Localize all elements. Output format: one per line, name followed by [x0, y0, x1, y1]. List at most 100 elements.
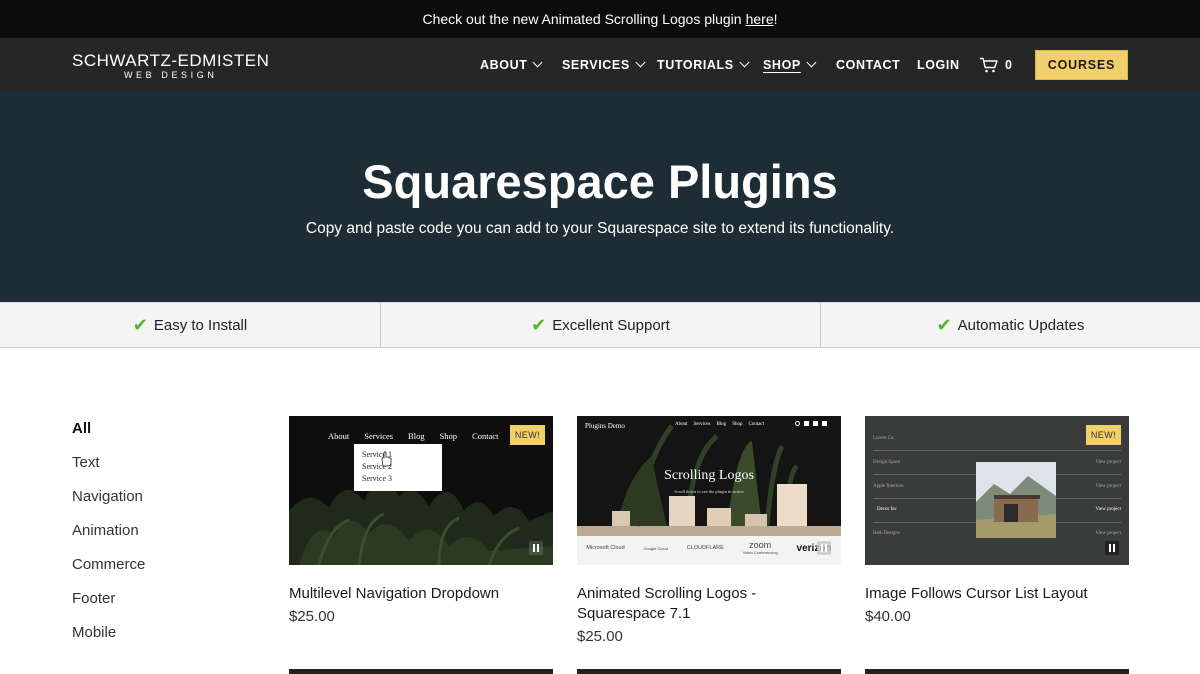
- category-filter: All Text Navigation Animation Commerce F…: [72, 419, 145, 657]
- demo-site-title: Plugins Demo: [585, 422, 625, 430]
- nav-item-label: SHOP: [763, 58, 801, 72]
- hero-section: Squarespace Plugins Copy and paste code …: [0, 92, 1200, 302]
- logo-cloudflare: CLOUDFLARE: [686, 545, 724, 551]
- nav-item-shop[interactable]: SHOP: [763, 38, 817, 92]
- product-price: $25.00: [289, 608, 335, 625]
- demo-list-row: Lorem Co.: [873, 436, 895, 441]
- feature-label: Excellent Support: [552, 316, 670, 334]
- site-logo[interactable]: SCHWARTZ-EDMISTEN WEB DESIGN: [72, 52, 269, 80]
- product-card-partial[interactable]: [865, 669, 1129, 674]
- product-card[interactable]: About Services Blog Shop Contact Service…: [289, 416, 553, 625]
- category-all[interactable]: All: [72, 419, 145, 453]
- product-thumbnail[interactable]: About Services Blog Shop Contact Service…: [289, 416, 553, 565]
- demo-nav-item: Contact: [748, 422, 765, 427]
- demo-list-link: View project: [1095, 484, 1121, 489]
- feature-support: ✔ Excellent Support: [380, 303, 820, 347]
- twitter-icon: [813, 421, 818, 426]
- product-title[interactable]: Animated Scrolling Logos - Squarespace 7…: [577, 584, 841, 624]
- nav-item-services[interactable]: SERVICES: [562, 38, 646, 92]
- feature-label: Easy to Install: [153, 316, 248, 334]
- cart-icon: [980, 57, 998, 73]
- pause-icon[interactable]: [817, 541, 831, 555]
- cart-button[interactable]: 0: [979, 57, 1012, 73]
- logo-microsoft: Microsoft Cloud: [586, 545, 625, 551]
- demo-list-link: View project: [1095, 531, 1121, 536]
- demo-nav-item: Contact: [472, 431, 499, 441]
- category-text[interactable]: Text: [72, 453, 145, 487]
- demo-logo-strip: Microsoft Cloud Google Cloud CLOUDFLARE …: [577, 540, 841, 556]
- page-subtitle: Copy and paste code you can add to your …: [305, 220, 895, 237]
- demo-nav-item: Blog: [408, 431, 425, 441]
- pause-icon[interactable]: [529, 541, 543, 555]
- logo-line-1: SCHWARTZ-EDMISTEN: [72, 51, 270, 70]
- product-card[interactable]: Lorem Co. Design Space View project Appl…: [865, 416, 1129, 625]
- announcement-link[interactable]: here: [746, 11, 774, 27]
- checkmark-icon: ✔: [531, 314, 547, 335]
- courses-button[interactable]: COURSES: [1035, 50, 1128, 80]
- demo-list-name: Decor Inc: [877, 507, 897, 512]
- logo-google-cloud: Google Cloud: [643, 545, 668, 551]
- demo-subheading: Scroll down to see the plugin in action: [674, 489, 744, 494]
- nav-item-label: TUTORIALS: [657, 58, 734, 72]
- nav-item-about[interactable]: ABOUT: [480, 38, 543, 92]
- category-animation[interactable]: Animation: [72, 521, 145, 555]
- cart-icon: [822, 421, 827, 426]
- product-card[interactable]: Plugins Demo About Services Blog Shop Co…: [577, 416, 841, 645]
- cabin-image: [976, 462, 1056, 538]
- pause-icon[interactable]: [1105, 541, 1119, 555]
- announcement-suffix: !: [773, 11, 778, 27]
- product-price: $40.00: [865, 608, 911, 625]
- feature-label: Automatic Updates: [957, 316, 1085, 334]
- demo-nav-item: About: [675, 422, 688, 427]
- nav-item-tutorials[interactable]: TUTORIALS: [657, 38, 750, 92]
- feature-updates: ✔ Automatic Updates: [820, 303, 1200, 347]
- demo-nav-item: About: [328, 431, 350, 441]
- category-mobile[interactable]: Mobile: [72, 623, 145, 657]
- feature-easy-install: ✔ Easy to Install: [0, 303, 380, 347]
- category-footer[interactable]: Footer: [72, 589, 145, 623]
- product-title[interactable]: Image Follows Cursor List Layout: [865, 584, 1129, 604]
- demo-list-name: Design Space: [873, 460, 901, 465]
- product-thumbnail[interactable]: Plugins Demo About Services Blog Shop Co…: [577, 416, 841, 565]
- demo-social-icons: [795, 421, 827, 426]
- demo-nav-item: Shop: [732, 422, 743, 427]
- features-bar: ✔ Easy to Install ✔ Excellent Support ✔ …: [0, 302, 1200, 348]
- demo-heading: Scrolling Logos: [664, 468, 754, 483]
- category-commerce[interactable]: Commerce: [72, 555, 145, 589]
- demo-list-name: Beth Designs: [873, 531, 900, 536]
- product-card-partial[interactable]: [289, 669, 553, 674]
- chevron-down-icon: [533, 57, 543, 68]
- demo-dropdown: Service 1 Service 2 Service 3: [354, 444, 442, 491]
- nav-item-contact[interactable]: CONTACT: [836, 38, 900, 92]
- nav-item-label: LOGIN: [917, 58, 960, 72]
- demo-dropdown-item: Service 3: [362, 474, 392, 483]
- demo-dropdown-item: Service 2: [362, 462, 392, 471]
- new-badge: NEW!: [509, 425, 545, 445]
- demo-nav-item: Services: [364, 431, 394, 441]
- checkmark-icon: ✔: [936, 314, 952, 335]
- product-card-partial[interactable]: [577, 669, 841, 674]
- demo-nav-item: Services: [693, 422, 711, 427]
- nav-item-label: CONTACT: [836, 58, 901, 72]
- cart-count: 0: [1005, 58, 1012, 72]
- logo-zoom-word: zoom: [749, 540, 772, 550]
- demo-nav-item: Blog: [716, 422, 727, 427]
- logo-zoom-caption: Video Conferencing: [742, 550, 778, 555]
- product-thumbnail[interactable]: Lorem Co. Design Space View project Appl…: [865, 416, 1129, 565]
- announcement-text: Check out the new Animated Scrolling Log…: [422, 11, 742, 27]
- new-badge: NEW!: [1085, 425, 1121, 445]
- page-title: Squarespace Plugins: [362, 155, 838, 208]
- logo-line-2: WEB DESIGN: [123, 70, 218, 80]
- announcement-bar: Check out the new Animated Scrolling Log…: [0, 0, 1200, 38]
- nav-item-label: SERVICES: [562, 58, 630, 72]
- checkmark-icon: ✔: [132, 314, 148, 335]
- product-title[interactable]: Multilevel Navigation Dropdown: [289, 584, 553, 604]
- demo-list-name: Lorem Co.: [873, 436, 895, 441]
- demo-list-link: View project: [1095, 460, 1121, 465]
- category-navigation[interactable]: Navigation: [72, 487, 145, 521]
- demo-list-link: View project: [1095, 507, 1121, 512]
- demo-nav: About Services Blog Shop Contact: [328, 431, 499, 441]
- product-price: $25.00: [577, 628, 623, 645]
- nav-item-login[interactable]: LOGIN: [917, 38, 960, 92]
- logo-zoom: zoom Video Conferencing: [743, 540, 778, 556]
